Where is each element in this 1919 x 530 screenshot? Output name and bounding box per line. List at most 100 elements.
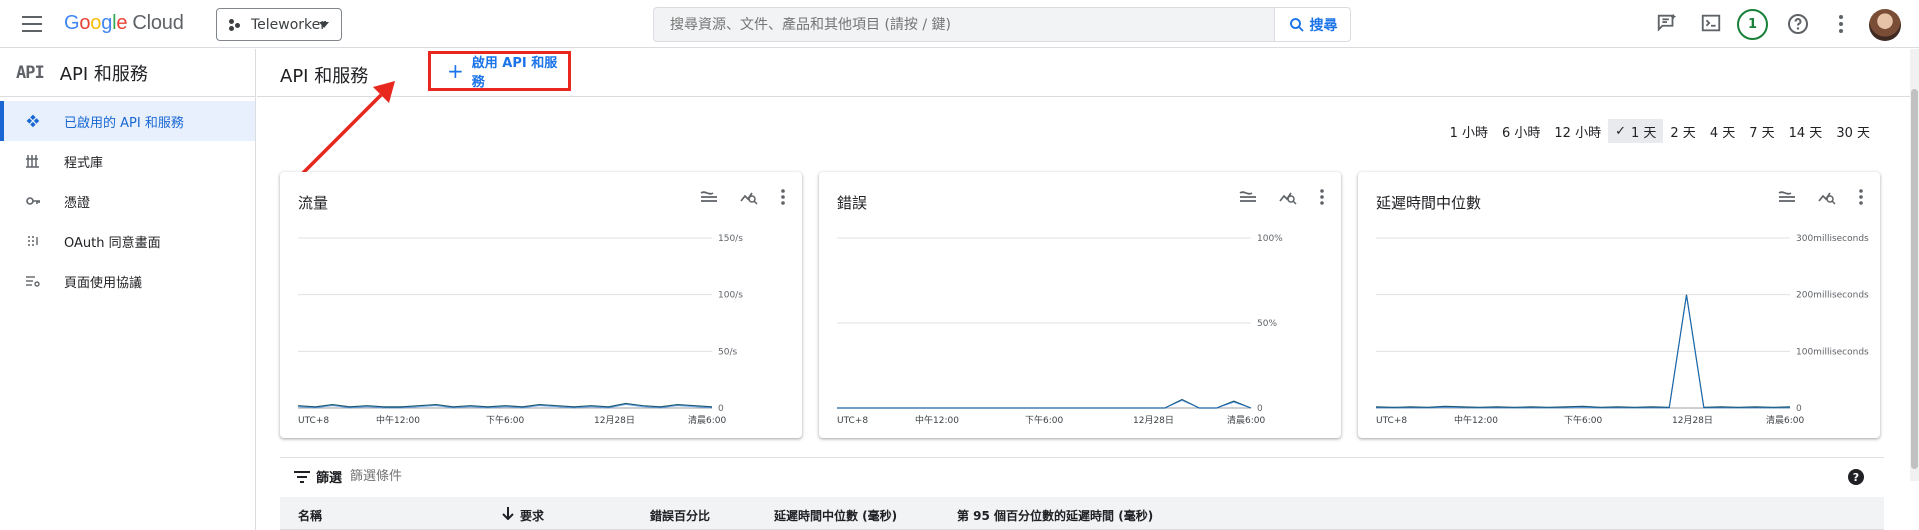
time-range-option[interactable]: 1 小時 (1443, 119, 1495, 143)
latency-chart-card: 延遲時間中位數 300milliseconds 200milliseconds 10… (1358, 172, 1880, 438)
project-picker-button[interactable]: Teleworker (216, 8, 342, 41)
sidebar-item-library[interactable]: 程式庫 (0, 141, 255, 181)
account-avatar[interactable] (1869, 9, 1901, 41)
filter-bar: 篩選 ? (280, 457, 1884, 495)
api-logo-icon: API (16, 62, 45, 83)
project-hub-icon (229, 18, 241, 31)
traffic-chart[interactable]: 150/s 100/s 50/s 0 UTC+8 中午12:00 下午6:00 12月28日 清… (280, 172, 802, 438)
page-scrollbar[interactable] (1910, 49, 1919, 481)
project-name: Teleworker (251, 16, 327, 33)
help-icon[interactable]: ? (1848, 469, 1864, 485)
time-range-option[interactable]: 2 天 (1663, 119, 1702, 143)
sidebar-item-label: 憑證 (64, 195, 91, 211)
table-header: 名稱 要求 錯誤百分比 延遲時間中位數 (毫秒) 第 95 個百分位數的延遲時間… (280, 497, 1884, 530)
time-range-option[interactable]: 6 小時 (1495, 119, 1547, 143)
x-tick-label: 12月28日 (1672, 415, 1713, 426)
x-tick-label: UTC+8 (298, 416, 329, 426)
filter-input[interactable] (350, 469, 651, 484)
y-tick-label: 300milliseconds (1796, 234, 1869, 244)
sidebar-item-page-usage-agreements[interactable]: 頁面使用協議 (0, 261, 255, 301)
sort-arrow-down-icon[interactable] (502, 507, 514, 523)
y-tick-label: 0 (718, 404, 724, 414)
help-icon[interactable] (1786, 12, 1810, 36)
main-menu-icon[interactable] (22, 16, 42, 32)
sidebar: API API 和服務 已啟用的 API 和服務 程式庫 憑證 OAuth 同意… (0, 49, 256, 530)
time-range-option[interactable]: 12 小時 (1547, 119, 1608, 143)
page-header: API 和服務 + 啟用 API 和服務 (257, 49, 1919, 97)
filter-label: 篩選 (316, 471, 343, 486)
errors-chart[interactable]: 100% 50% 0 UTC+8 中午12:00 下午6:00 12月28日 清晨6:00 (819, 172, 1341, 438)
enable-apis-button[interactable]: + 啟用 API 和服務 (428, 51, 571, 91)
x-tick-label: 下午6:00 (1025, 414, 1063, 426)
y-tick-label: 50% (1257, 319, 1277, 329)
oauth-icon (28, 236, 38, 246)
x-tick-label: 12月28日 (594, 415, 635, 426)
main-content: API 和服務 + 啟用 API 和服務 1 小時6 小時12 小時1 天2 天… (257, 49, 1919, 530)
search-button-label: 搜尋 (1309, 17, 1338, 34)
filter-icon[interactable] (294, 470, 310, 483)
enable-apis-button-label: 啟用 API 和服務 (471, 56, 558, 90)
settings-list-icon (26, 276, 40, 287)
latency-chart[interactable]: 300milliseconds 200milliseconds 100millise… (1358, 172, 1880, 438)
sidebar-title: API 和服務 (59, 63, 148, 85)
x-tick-label: 清晨6:00 (1766, 414, 1804, 426)
add-icon: + (447, 59, 464, 83)
sidebar-item-credentials[interactable]: 憑證 (0, 181, 255, 221)
series-line-secondary (837, 400, 1252, 409)
more-vert-icon[interactable] (1831, 12, 1851, 36)
google-cloud-logo[interactable]: Google Cloud (64, 12, 184, 35)
y-tick-label: 100% (1257, 234, 1283, 244)
series-line-secondary (1375, 295, 1791, 409)
time-range-selector: 1 小時6 小時12 小時1 天2 天4 天7 天14 天30 天 (1443, 119, 1877, 143)
x-tick-label: 清晨6:00 (1227, 414, 1265, 426)
chevron-down-icon (319, 22, 329, 28)
y-tick-label: 50/s (718, 347, 737, 357)
column-header-p95-latency[interactable]: 第 95 個百分位數的延遲時間 (毫秒) (957, 507, 1153, 524)
sidebar-item-label: 頁面使用協議 (64, 275, 143, 291)
x-tick-label: UTC+8 (837, 416, 868, 426)
notification-count-badge[interactable]: 1 (1737, 9, 1768, 40)
search-icon (1289, 17, 1304, 32)
x-tick-label: 中午12:00 (1454, 414, 1498, 426)
api-diamond-icon (26, 114, 40, 128)
y-tick-label: 100/s (718, 291, 743, 301)
column-header-requests[interactable]: 要求 (520, 507, 544, 524)
column-header-median-latency[interactable]: 延遲時間中位數 (毫秒) (774, 507, 897, 524)
time-range-option[interactable]: 30 天 (1829, 119, 1877, 143)
sidebar-item-enabled-apis[interactable]: 已啟用的 API 和服務 (0, 101, 255, 141)
x-tick-label: UTC+8 (1376, 416, 1407, 426)
y-tick-label: 150/s (718, 234, 743, 244)
x-tick-label: 中午12:00 (915, 414, 959, 426)
x-tick-label: 清晨6:00 (688, 414, 726, 426)
x-tick-label: 下午6:00 (486, 414, 524, 426)
library-icon (26, 155, 39, 168)
time-range-option[interactable]: 7 天 (1742, 119, 1781, 143)
scrollbar-thumb[interactable] (1911, 89, 1918, 469)
y-tick-label: 0 (1796, 404, 1802, 414)
sidebar-item-label: 已啟用的 API 和服務 (64, 115, 184, 131)
time-range-option[interactable]: 1 天 (1608, 119, 1664, 143)
x-tick-label: 中午12:00 (376, 414, 420, 426)
y-tick-label: 0 (1257, 404, 1263, 414)
sidebar-item-label: OAuth 同意畫面 (64, 235, 161, 251)
errors-chart-card: 錯誤 100% 50% 0 UTC+8 中午12:00 下午6:00 12月28日 清晨6:0… (819, 172, 1341, 438)
traffic-chart-card: 流量 150/s 100/s 50/s 0 UTC+8 中午12:00 下午6:00 12月2… (280, 172, 802, 438)
sidebar-header: API API 和服務 (0, 49, 255, 97)
sidebar-item-label: 程式庫 (64, 155, 104, 171)
cloud-shell-terminal-icon[interactable] (1700, 12, 1722, 34)
y-tick-label: 100milliseconds (1796, 347, 1869, 357)
y-tick-label: 200milliseconds (1796, 291, 1869, 301)
x-tick-label: 下午6:00 (1564, 414, 1602, 426)
time-range-option[interactable]: 14 天 (1782, 119, 1830, 143)
time-range-option[interactable]: 4 天 (1703, 119, 1742, 143)
search-input[interactable] (653, 7, 1274, 42)
gemini-chat-icon[interactable] (1656, 12, 1678, 34)
column-header-error-percent[interactable]: 錯誤百分比 (650, 507, 710, 524)
search-bar: 搜尋 (653, 7, 1351, 42)
sidebar-item-oauth-consent[interactable]: OAuth 同意畫面 (0, 221, 255, 261)
top-bar: GoogleCloud Teleworker 搜尋 1 (0, 0, 1919, 48)
column-header-name[interactable]: 名稱 (298, 507, 322, 524)
key-icon (26, 197, 40, 205)
x-tick-label: 12月28日 (1133, 415, 1174, 426)
search-button[interactable]: 搜尋 (1274, 7, 1351, 42)
